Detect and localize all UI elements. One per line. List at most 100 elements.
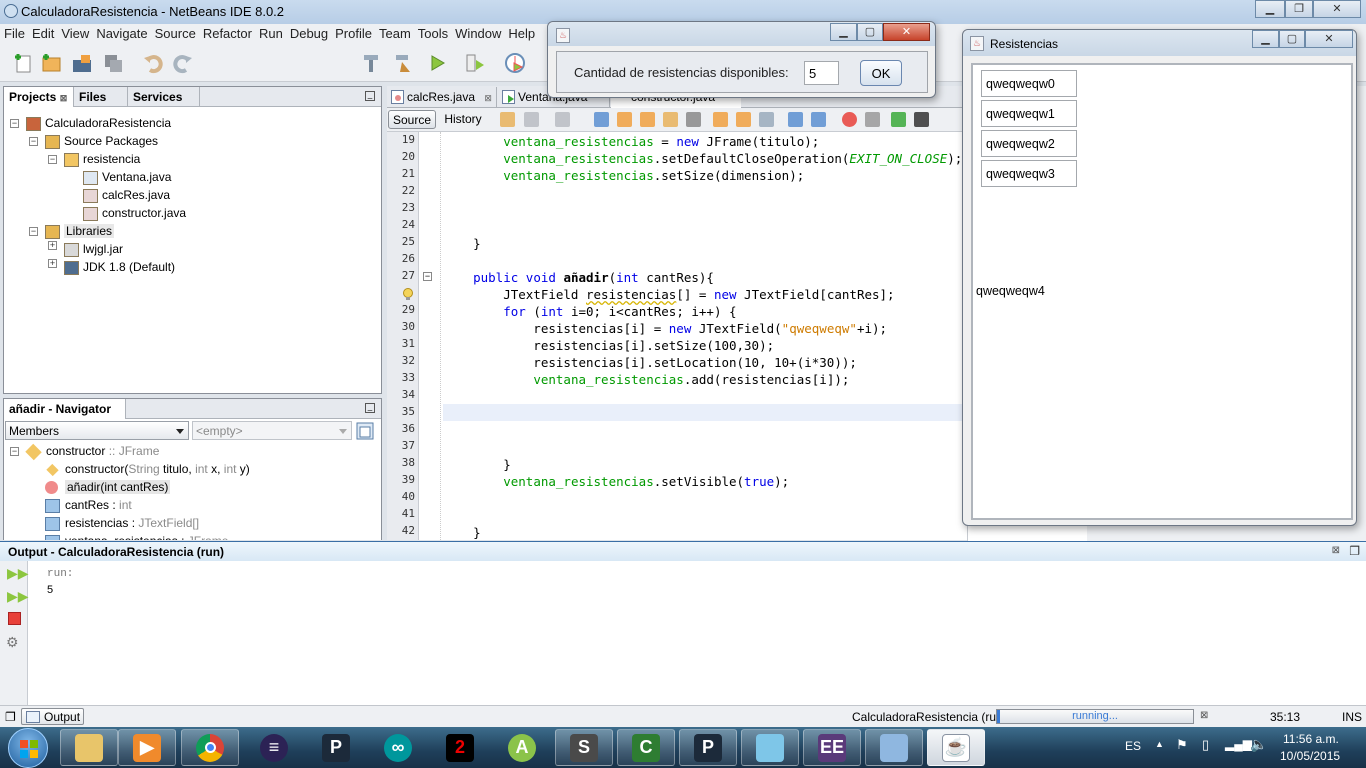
menu-help[interactable]: Help: [504, 24, 538, 41]
close-tab-icon[interactable]: ⊠: [484, 93, 492, 103]
cancel-task-icon[interactable]: ⊠: [1200, 710, 1208, 721]
forward-icon[interactable]: [555, 112, 570, 127]
navigator-item[interactable]: resistencias : JTextField[]: [45, 515, 199, 532]
taskbar-processing2[interactable]: P: [679, 729, 737, 766]
show-hidden-icons[interactable]: ▲: [1155, 739, 1164, 749]
expand-toggle[interactable]: −: [10, 119, 19, 128]
action-center-icon[interactable]: ⚑: [1176, 737, 1188, 753]
navigator-item[interactable]: añadir(int cantRes): [45, 479, 171, 496]
tab-navigator[interactable]: añadir - Navigator ⊠: [4, 399, 126, 429]
close-tab-icon[interactable]: ⊠: [60, 93, 68, 103]
menu-tools[interactable]: Tools: [414, 24, 451, 41]
lightbulb-warning-icon[interactable]: [402, 288, 415, 302]
minimize-button[interactable]: ▁: [830, 23, 857, 41]
code-line[interactable]: ventana_resistencias.setVisible(true);: [443, 473, 789, 490]
source-button[interactable]: Source: [388, 110, 436, 129]
settings-icon[interactable]: ⚙: [6, 634, 19, 651]
back-icon[interactable]: [524, 112, 539, 127]
tree-item[interactable]: JDK 1.8 (Default): [64, 259, 175, 276]
next-bookmark-icon[interactable]: [736, 112, 751, 127]
navigator-item[interactable]: cantRes : int: [45, 497, 132, 514]
taskbar-eclipse[interactable]: ≡: [245, 729, 303, 766]
save-all-icon[interactable]: [102, 52, 124, 74]
history-button[interactable]: History: [439, 110, 487, 129]
expand-toggle[interactable]: +: [48, 259, 57, 268]
taskbar-processing[interactable]: P: [307, 729, 365, 766]
taskbar-android-studio[interactable]: A: [493, 729, 551, 766]
start-macro-icon[interactable]: [842, 112, 857, 127]
uncomment-icon[interactable]: [914, 112, 929, 127]
code-line[interactable]: }: [443, 235, 481, 252]
find-next-icon[interactable]: [640, 112, 655, 127]
last-edit-icon[interactable]: [500, 112, 515, 127]
taskbar-arduino[interactable]: ∞: [369, 729, 427, 766]
expand-toggle[interactable]: −: [29, 137, 38, 146]
run-icon[interactable]: [426, 52, 448, 74]
navigator-options-icon[interactable]: [356, 422, 374, 440]
expand-toggle[interactable]: −: [29, 227, 38, 236]
maximize-button[interactable]: ▢: [857, 23, 883, 41]
toggle-bookmark-icon[interactable]: [759, 112, 774, 127]
clock-date[interactable]: 10/05/2015: [1280, 749, 1340, 763]
taskbar-chrome[interactable]: [181, 729, 239, 766]
resistencia-field-1[interactable]: qweqweqw1: [981, 100, 1077, 127]
menu-view[interactable]: View: [57, 24, 92, 41]
menu-profile[interactable]: Profile: [331, 24, 375, 41]
output-window-button[interactable]: Output: [21, 708, 84, 725]
stop-macro-icon[interactable]: [865, 112, 880, 127]
tree-item[interactable]: constructor.java: [83, 205, 186, 222]
tab-services[interactable]: Services: [128, 87, 200, 107]
shift-right-icon[interactable]: [811, 112, 826, 127]
tree-item[interactable]: resistencia: [64, 151, 140, 168]
members-dropdown[interactable]: Members: [5, 421, 189, 440]
clock-time[interactable]: 11:56 a.m.: [1283, 732, 1339, 746]
start-button[interactable]: [8, 728, 48, 768]
fold-toggle[interactable]: −: [423, 272, 432, 281]
menu-debug[interactable]: Debug: [286, 24, 331, 41]
comment-icon[interactable]: [891, 112, 906, 127]
network-icon[interactable]: ▂▄▆: [1225, 737, 1252, 751]
undo-icon[interactable]: [142, 52, 164, 74]
new-project-icon[interactable]: [40, 52, 62, 74]
expand-toggle[interactable]: −: [10, 447, 19, 456]
menu-edit[interactable]: Edit: [28, 24, 57, 41]
language-indicator[interactable]: ES: [1125, 739, 1141, 753]
code-line[interactable]: resistencias[i] = new JTextField("qweqwe…: [443, 320, 887, 337]
rect-select-icon[interactable]: [686, 112, 701, 127]
taskbar-media-player[interactable]: ▶: [118, 729, 176, 766]
minimize-panel-icon[interactable]: _: [365, 403, 375, 413]
navigator-item[interactable]: constructor :: JFrame: [25, 443, 159, 461]
taskbar-codevision[interactable]: C: [617, 729, 675, 766]
ok-button[interactable]: OK: [860, 60, 902, 86]
new-file-icon[interactable]: [12, 52, 34, 74]
menu-navigate[interactable]: Navigate: [92, 24, 150, 41]
prev-bookmark-icon[interactable]: [713, 112, 728, 127]
code-line[interactable]: public void añadir(int cantRes){: [443, 269, 714, 286]
code-line[interactable]: ventana_resistencias = new JFrame(titulo…: [443, 133, 819, 150]
menu-window[interactable]: Window: [451, 24, 504, 41]
taskbar-java-ee-ide[interactable]: EE: [803, 729, 861, 766]
find-previous-icon[interactable]: [617, 112, 632, 127]
filter-dropdown[interactable]: <empty>: [192, 421, 352, 440]
menu-source[interactable]: Source: [151, 24, 199, 41]
close-button[interactable]: ✕: [1313, 0, 1361, 18]
build-hammer-icon[interactable]: [360, 52, 382, 74]
minimize-button[interactable]: ▁: [1255, 0, 1285, 18]
minimize-panel-icon[interactable]: _: [365, 91, 375, 101]
navigator-item[interactable]: ventana_resistencias : JFrame: [45, 533, 228, 540]
rerun-with-params-icon[interactable]: ▶▶: [7, 588, 29, 605]
tree-item[interactable]: CalculadoraResistencia: [26, 115, 171, 132]
restore-window-group-icon[interactable]: ❐: [5, 710, 16, 724]
menu-file[interactable]: File: [0, 24, 28, 41]
taskbar-java[interactable]: ☕: [927, 729, 985, 766]
restore-button[interactable]: ❐: [1285, 0, 1313, 18]
taskbar-sublime[interactable]: S: [555, 729, 613, 766]
toggle-highlight-icon[interactable]: [663, 112, 678, 127]
open-project-icon[interactable]: [71, 52, 93, 74]
profile-icon[interactable]: [504, 52, 526, 74]
float-window-icon[interactable]: ❐: [1349, 544, 1360, 558]
resistencia-field-4[interactable]: qweqweqw4: [976, 284, 1045, 298]
quantity-input[interactable]: 5: [804, 61, 839, 85]
taskbar-notepad[interactable]: [741, 729, 799, 766]
close-button[interactable]: ✕: [1305, 30, 1353, 48]
